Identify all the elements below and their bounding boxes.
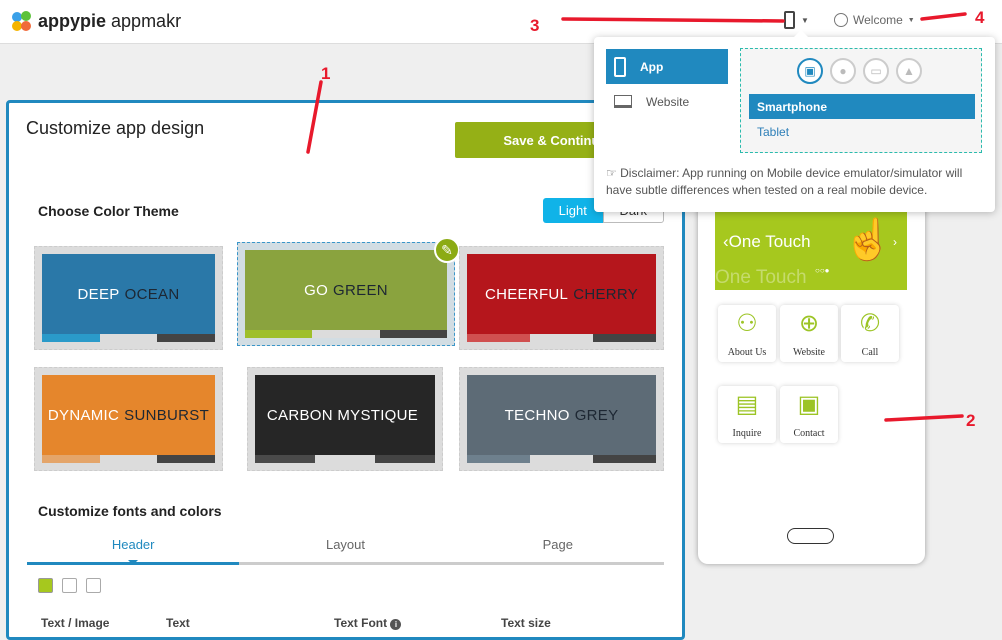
annotation-2: 2 xyxy=(966,411,976,430)
annotation-line-1 xyxy=(306,80,323,154)
annotation-line-2 xyxy=(884,414,964,422)
annotation-1: 1 xyxy=(321,64,331,83)
annotation-line-3 xyxy=(561,17,785,23)
annotation-3: 3 xyxy=(530,16,540,35)
annotation-4: 4 xyxy=(975,8,985,27)
annotation-line-4 xyxy=(920,12,967,21)
annotation-overlay xyxy=(306,12,967,422)
